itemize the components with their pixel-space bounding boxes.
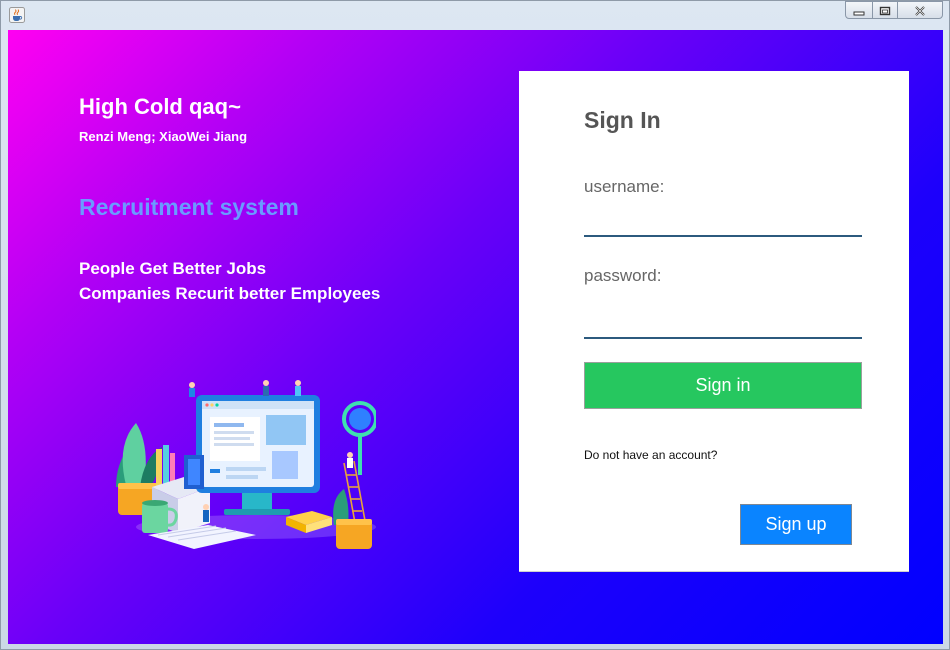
title-bar[interactable] (1, 1, 949, 29)
signup-button[interactable]: Sign up (740, 504, 852, 545)
minimize-button[interactable] (845, 1, 873, 19)
system-name: Recruitment system (79, 194, 299, 220)
minimize-icon (853, 1, 865, 20)
main-content: High Cold qaq~ Renzi Meng; XiaoWei Jiang… (8, 30, 943, 644)
signin-button[interactable]: Sign in (584, 362, 862, 409)
signin-panel: Sign In username: password: Sign in Do n… (519, 71, 909, 571)
slogan-line-2: Companies Recurit better Employees (79, 284, 381, 303)
maximize-button[interactable] (872, 1, 898, 19)
slogan-line-1: People Get Better Jobs (79, 259, 267, 278)
signin-heading: Sign In (584, 107, 661, 133)
password-input[interactable] (584, 305, 862, 339)
recruitment-illustration (106, 375, 378, 555)
authors-text: Renzi Meng; XiaoWei Jiang (79, 129, 248, 144)
java-cup-icon (9, 7, 25, 23)
username-input[interactable] (584, 203, 862, 237)
maximize-icon (879, 1, 891, 20)
close-icon (913, 1, 927, 20)
close-button[interactable] (897, 1, 943, 19)
username-label: username: (584, 177, 665, 196)
app-window: High Cold qaq~ Renzi Meng; XiaoWei Jiang… (0, 0, 950, 650)
account-question: Do not have an account? (584, 448, 718, 462)
password-label: password: (584, 266, 662, 285)
app-title: High Cold qaq~ (79, 94, 241, 119)
